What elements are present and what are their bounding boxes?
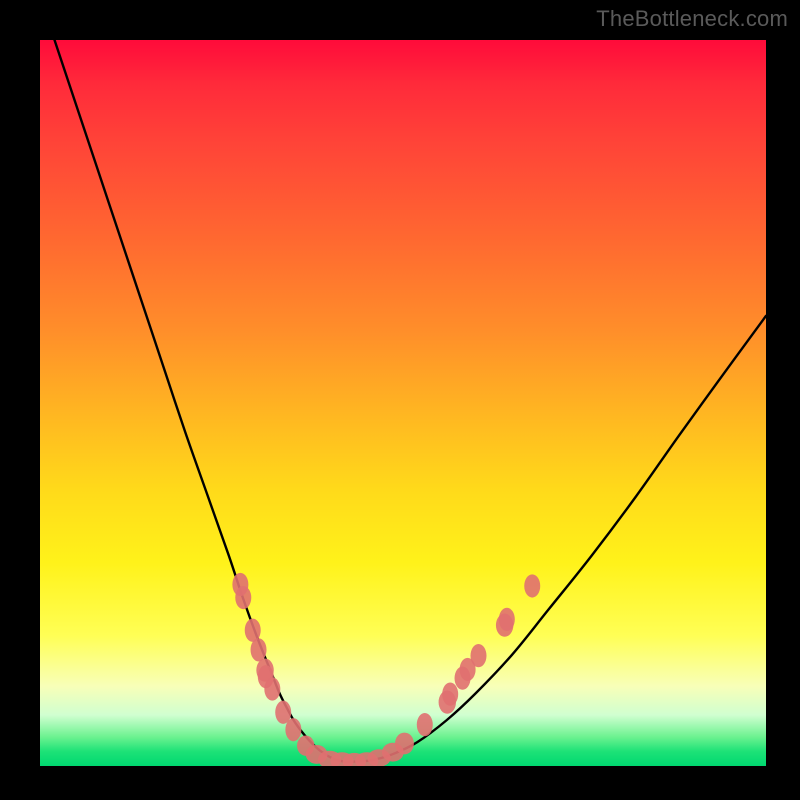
marker-node: [395, 733, 414, 755]
marker-node: [264, 677, 280, 700]
marker-node: [251, 638, 267, 661]
marker-node: [442, 683, 458, 706]
marker-layer: [232, 573, 540, 766]
watermark-label: TheBottleneck.com: [596, 6, 788, 32]
marker-node: [471, 644, 487, 667]
chart-frame: TheBottleneck.com: [0, 0, 800, 800]
chart-svg: [40, 40, 766, 766]
marker-node: [235, 586, 251, 609]
marker-node: [524, 574, 540, 597]
marker-node: [417, 713, 433, 736]
marker-node: [499, 608, 515, 631]
marker-node: [285, 718, 301, 741]
bottleneck-curve: [55, 40, 766, 762]
plot-area: [40, 40, 766, 766]
